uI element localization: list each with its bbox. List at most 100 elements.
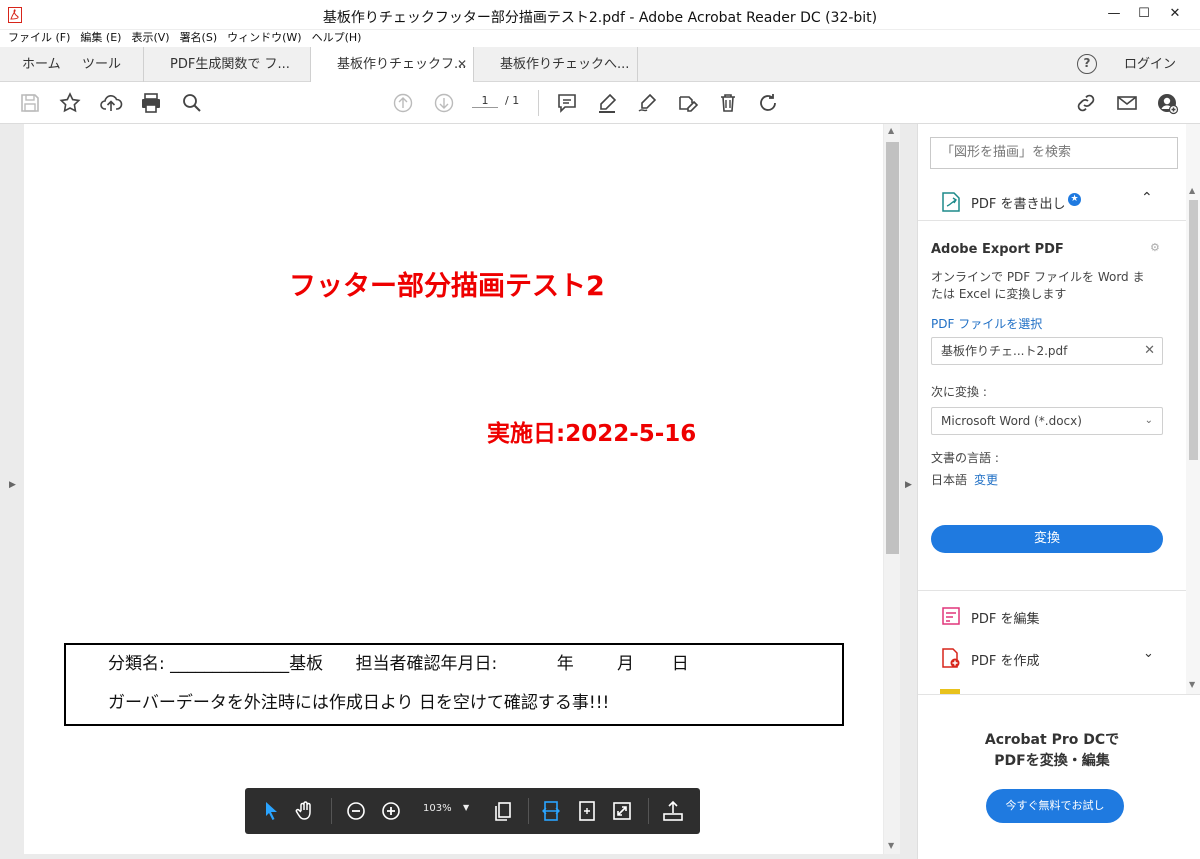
- tab-tools[interactable]: ツール: [82, 47, 121, 82]
- document-heading: フッター部分描画テスト2: [289, 271, 605, 302]
- fill-sign-icon[interactable]: [676, 91, 700, 115]
- full-screen-icon[interactable]: [610, 799, 634, 823]
- tab-home[interactable]: ホーム: [22, 47, 61, 82]
- tab-document-2[interactable]: 基板作りチェックフ... ✕: [310, 47, 473, 83]
- title-bar: 基板作りチェックフッター部分描画テスト2.pdf - Adobe Acrobat…: [0, 0, 1200, 30]
- tab-label: 基板作りチェックフ...: [337, 57, 467, 72]
- page-thumbnails-icon[interactable]: [491, 799, 515, 823]
- email-icon[interactable]: [1115, 91, 1139, 115]
- footer-note-line: ガーバーデータを外注時には作成日より 日を空けて確認する事!!!: [108, 693, 610, 713]
- save-icon[interactable]: [18, 91, 42, 115]
- chevron-down-icon: ⌄: [1144, 415, 1153, 426]
- rotate-icon[interactable]: [756, 91, 780, 115]
- menu-window[interactable]: ウィンドウ(W): [222, 30, 306, 46]
- comment-icon[interactable]: [555, 91, 579, 115]
- language-value: 日本語: [931, 473, 968, 487]
- tab-document-3[interactable]: 基板作りチェックへ...: [473, 47, 638, 82]
- document-scrollbar[interactable]: ▲ ▼: [884, 124, 900, 854]
- select-cursor-icon[interactable]: [259, 799, 283, 823]
- hand-tool-icon[interactable]: [293, 799, 317, 823]
- scroll-up-icon[interactable]: ▲: [888, 126, 894, 135]
- next-page-icon[interactable]: [432, 91, 456, 115]
- menu-sign[interactable]: 署名(S): [175, 30, 223, 46]
- search-zoom-icon[interactable]: [180, 91, 204, 115]
- collapse-right-arrow-icon[interactable]: ▶: [905, 480, 912, 490]
- tool-edit-pdf[interactable]: PDF を編集: [971, 608, 1039, 627]
- scroll-down-icon[interactable]: ▼: [888, 841, 894, 850]
- free-trial-button[interactable]: 今すぐ無料でお試し: [986, 789, 1124, 823]
- bookmark-star-icon[interactable]: [58, 91, 82, 115]
- export-pdf-header[interactable]: PDF を書き出し: [971, 193, 1065, 212]
- minimize-button[interactable]: —: [1099, 0, 1129, 30]
- fit-page-icon[interactable]: [575, 799, 599, 823]
- highlight-pen-icon[interactable]: [595, 91, 619, 115]
- panel-scrollbar[interactable]: ▲ ▼: [1186, 124, 1200, 694]
- info-icon[interactable]: ⚙: [1150, 241, 1160, 254]
- share-link-icon[interactable]: [1074, 91, 1098, 115]
- menu-file[interactable]: ファイル (F): [0, 30, 75, 46]
- document-viewer: ▶ フッター部分描画テスト2 実施日:2022-5-16 分類名: ______…: [0, 124, 900, 859]
- panel-scrollbar-thumb[interactable]: [1189, 200, 1198, 460]
- add-user-icon[interactable]: [1155, 91, 1179, 115]
- convert-format-select[interactable]: Microsoft Word (*.docx) ⌄: [931, 407, 1163, 435]
- tool-create-pdf[interactable]: PDF を作成: [971, 650, 1039, 669]
- float-divider: [648, 798, 649, 824]
- fit-width-icon[interactable]: [539, 799, 563, 823]
- language-label: 文書の言語 :: [931, 451, 999, 465]
- zoom-level[interactable]: 103%: [423, 803, 452, 814]
- main-toolbar: 1 / 1: [0, 82, 1200, 124]
- maximize-button[interactable]: ☐: [1129, 0, 1159, 30]
- panel-scroll-up-icon[interactable]: ▲: [1189, 186, 1195, 195]
- promo-line2: PDFを変換・編集: [994, 753, 1110, 769]
- panel-scroll-down-icon[interactable]: ▼: [1189, 680, 1195, 689]
- menu-view[interactable]: 表示(V): [126, 30, 174, 46]
- premium-badge-icon: ★: [1068, 193, 1081, 206]
- document-date: 実施日:2022-5-16: [487, 421, 697, 447]
- convert-button[interactable]: 変換: [931, 525, 1163, 553]
- scrollbar-thumb[interactable]: [886, 142, 899, 554]
- promo-line1: Acrobat Pro DCで: [984, 732, 1120, 748]
- zoom-out-icon[interactable]: [344, 799, 368, 823]
- clear-file-icon[interactable]: ✕: [1144, 338, 1155, 364]
- previous-page-icon[interactable]: [391, 91, 415, 115]
- right-panel-toggle[interactable]: ▶: [900, 124, 918, 859]
- sign-icon[interactable]: [636, 91, 660, 115]
- tool-search-input[interactable]: 「図形を描画」を検索: [930, 137, 1178, 169]
- export-pdf-icon: [940, 191, 962, 216]
- zoom-in-icon[interactable]: [379, 799, 403, 823]
- tab-close-icon[interactable]: ✕: [457, 47, 467, 82]
- collapse-chevron-icon[interactable]: ⌃: [1141, 190, 1153, 206]
- float-divider: [331, 798, 332, 824]
- left-panel-toggle[interactable]: ▶: [0, 124, 24, 859]
- cloud-upload-icon[interactable]: [99, 91, 123, 115]
- convert-format-value: Microsoft Word (*.docx): [941, 414, 1082, 428]
- menu-bar: ファイル (F) 編集 (E) 表示(V) 署名(S) ウィンドウ(W) ヘルプ(H): [0, 30, 1200, 47]
- close-window-button[interactable]: ✕: [1160, 0, 1190, 30]
- export-description-line1: オンラインで PDF ファイルを Word ま: [931, 270, 1145, 284]
- page-number-input[interactable]: 1: [472, 94, 498, 108]
- share-export-icon[interactable]: [661, 799, 685, 823]
- print-icon[interactable]: [139, 91, 163, 115]
- tools-pane: 「図形を描画」を検索 PDF を書き出し ★ ⌃ Adobe Export PD…: [918, 124, 1200, 859]
- expand-chevron-icon[interactable]: ⌄: [1143, 646, 1154, 661]
- help-icon[interactable]: ?: [1077, 54, 1097, 74]
- toolbar-divider: [538, 90, 539, 116]
- menu-help[interactable]: ヘルプ(H): [307, 30, 367, 46]
- tab-document-1[interactable]: PDF生成関数で フ...: [143, 47, 310, 82]
- selected-file-name: 基板作りチェ...ト2.pdf: [941, 344, 1068, 358]
- menu-edit[interactable]: 編集 (E): [75, 30, 126, 46]
- page-total: / 1: [505, 94, 520, 107]
- footer-classification-line: 分類名: ______________基板 担当者確認年月日: 年 月 日: [108, 654, 689, 674]
- expand-left-arrow-icon[interactable]: ▶: [9, 480, 16, 490]
- float-divider: [528, 798, 529, 824]
- window-title: 基板作りチェックフッター部分描画テスト2.pdf - Adobe Acrobat…: [322, 10, 878, 26]
- floating-toolbar: 103% ▼: [245, 788, 700, 834]
- zoom-dropdown-icon[interactable]: ▼: [463, 803, 469, 812]
- select-pdf-link[interactable]: PDF ファイルを選択: [931, 315, 1042, 332]
- delete-icon[interactable]: [716, 91, 740, 115]
- pdf-page: フッター部分描画テスト2 実施日:2022-5-16 分類名: ________…: [24, 124, 883, 854]
- login-button[interactable]: ログイン: [1124, 47, 1176, 82]
- change-language-link[interactable]: 変更: [974, 471, 998, 488]
- export-description-line2: たは Excel に変換します: [931, 287, 1067, 301]
- divider: [918, 220, 1186, 221]
